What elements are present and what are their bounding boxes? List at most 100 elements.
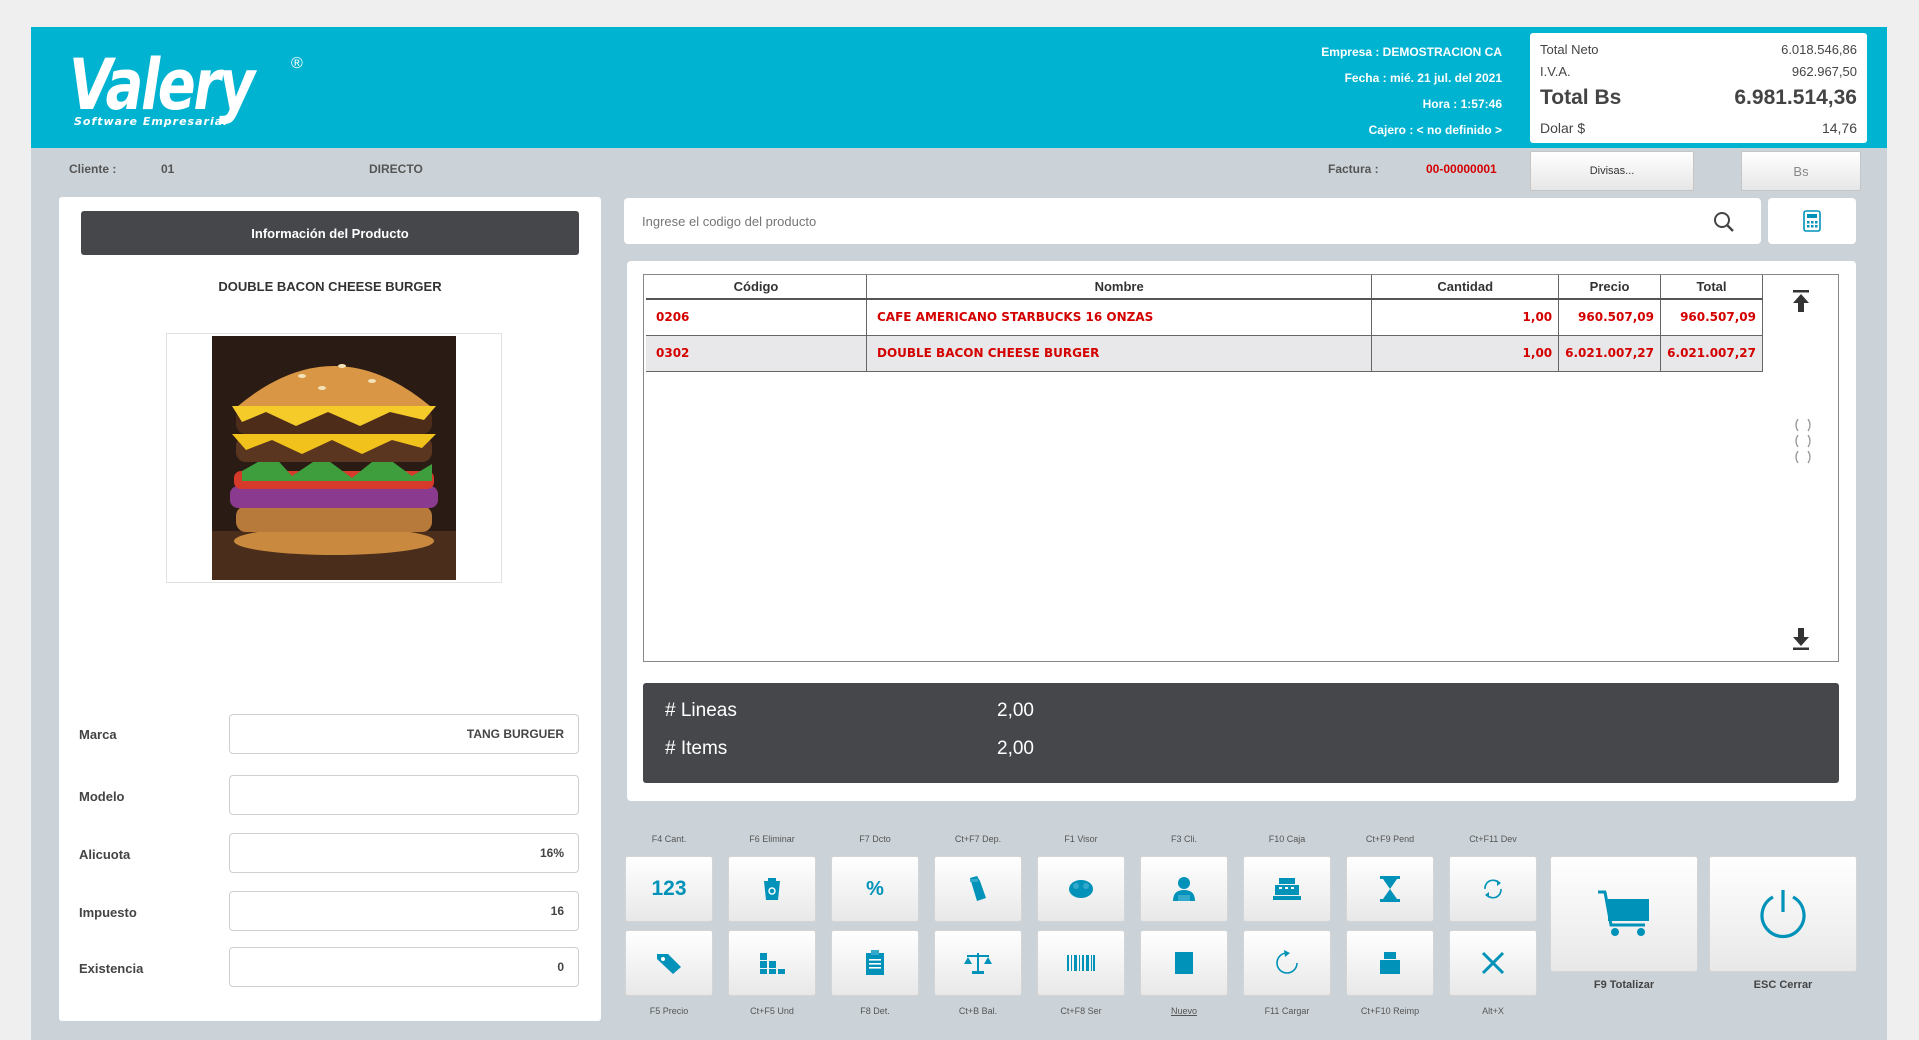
scroll-to-top-icon[interactable] [1792,289,1810,313]
fkey-label-visor: F1 Visor [1064,834,1098,844]
deposito-button[interactable] [934,856,1022,922]
existencia-field[interactable]: 0 [229,947,579,987]
calculator-button[interactable] [1768,198,1856,244]
cell-precio: 6.021.007,27 [1558,335,1661,372]
balanza-button[interactable] [934,930,1022,996]
fkey-label-cli: F3 Cli. [1170,834,1197,844]
alt-x-button[interactable] [1449,930,1537,996]
valery-logo: Valery ® Software Empresarial [69,47,309,132]
power-icon [1760,890,1806,939]
fkey-label-precio: F5 Precio [649,1006,689,1016]
nuevo-button[interactable] [1140,930,1228,996]
cerrar-label: ESC Cerrar [1753,979,1813,991]
clipboard-icon [866,950,884,975]
cell-cantidad: 1,00 [1371,299,1560,336]
trash-icon [764,878,780,900]
product-info-panel: Información del Producto DOUBLE BACON CH… [59,197,601,1021]
pendiente-button[interactable] [1346,856,1434,922]
devolucion-button[interactable] [1449,856,1537,922]
descuento-button[interactable]: % [831,856,919,922]
divisas-button[interactable]: Divisas... [1530,151,1694,191]
scroll-to-bottom-icon[interactable] [1792,627,1810,651]
cliente-button[interactable] [1140,856,1228,922]
caja-button[interactable] [1243,856,1331,922]
marca-field[interactable]: TANG BURGUER [229,714,579,754]
product-search-bar [624,198,1761,244]
iva-value: 962.967,50 [1791,63,1857,79]
eliminar-button[interactable] [728,856,816,922]
visor-button[interactable] [1037,856,1125,922]
reimprimir-button[interactable] [1346,930,1434,996]
fkey-label-det: F8 Det. [860,1006,890,1016]
return-cycle-icon [1484,879,1502,899]
new-document-icon [1175,952,1193,974]
col-precio[interactable]: Precio [1558,275,1661,300]
impuesto-field[interactable]: 16 [229,891,579,931]
table-row[interactable]: 0302 DOUBLE BACON CHEESE BURGER 1,00 6.0… [646,335,1764,372]
dolar-value: 14,76 [1821,120,1857,136]
totals-summary: # Lineas 2,00 # Items 2,00 [643,683,1839,783]
total-neto-label: Total Neto [1540,41,1599,57]
factura-label: Factura : [1328,162,1379,176]
fkey-label-reimp: Ct+F10 Reimp [1360,1006,1420,1016]
logo-subtitle: Software Empresarial [74,115,228,128]
reload-icon [1276,950,1298,974]
fkey-label-bal: Ct+B Bal. [958,1006,998,1016]
total-bs-label: Total Bs [1540,86,1622,109]
cell-nombre: DOUBLE BACON CHEESE BURGER [866,335,1373,372]
search-icon[interactable] [1713,211,1735,233]
fkey-label-und: Ct+F5 Und [750,1006,794,1016]
fkey-label-ser: Ct+F8 Ser [1060,1006,1102,1016]
hourglass-icon [1380,876,1400,902]
detalle-button[interactable] [831,930,919,996]
shopping-cart-icon [1598,890,1649,936]
items-label: # Items [665,738,728,759]
fkey-label-dep: Ct+F7 Dep. [954,834,1002,844]
scroll-swipe-icon[interactable] [1792,415,1814,467]
col-cantidad[interactable]: Cantidad [1371,275,1560,300]
bs-button[interactable]: Bs [1741,151,1861,191]
client-user-icon [1173,877,1195,901]
piggy-bank-icon [1069,880,1093,898]
precio-button[interactable] [625,930,713,996]
modelo-label: Modelo [79,789,125,804]
pos-window: Valery ® Software Empresarial Empresa : … [31,27,1887,1040]
totalizar-button[interactable] [1550,856,1698,972]
cargar-button[interactable] [1243,930,1331,996]
fkey-label-cant: F4 Cant. [651,834,687,844]
totalizar-label: F9 Totalizar [1593,979,1655,991]
lineas-value: 2,00 [997,700,1034,721]
col-nombre[interactable]: Nombre [866,275,1373,300]
total-bs-value: 6.981.514,36 [1734,86,1857,109]
items-table: Código Nombre Cantidad Precio Total 0206… [646,275,1764,372]
modelo-field[interactable] [229,775,579,815]
col-codigo[interactable]: Código [646,275,867,300]
empresa-text: Empresa : DEMOSTRACION CA [1321,45,1502,59]
factura-number: 00-00000001 [1426,162,1497,176]
cell-precio: 960.507,09 [1558,299,1661,336]
unidad-button[interactable] [728,930,816,996]
items-grid: Código Nombre Cantidad Precio Total 0206… [643,274,1839,662]
items-grid-panel: Código Nombre Cantidad Precio Total 0206… [627,261,1856,801]
cliente-code: 01 [161,162,175,176]
cajero-text: Cajero : < no definido > [1368,123,1502,137]
burger-image [212,336,456,580]
logo-registered: ® [291,55,303,72]
alicuota-field[interactable]: 16% [229,833,579,873]
scale-icon [964,953,992,974]
alicuota-label: Alicuota [79,847,131,862]
dolar-label: Dolar $ [1540,120,1586,136]
deposit-bag-icon [970,876,986,901]
calculator-icon [1803,210,1821,232]
cerrar-button[interactable] [1709,856,1857,972]
fkey-label-pend: Ct+F9 Pend [1365,834,1415,844]
table-row[interactable]: 0206 CAFE AMERICANO STARBUCKS 16 ONZAS 1… [646,299,1764,336]
fkey-label-eliminar: F6 Eliminar [749,834,795,844]
close-x-icon [1481,951,1505,975]
serial-button[interactable] [1037,930,1125,996]
col-total[interactable]: Total [1660,275,1764,300]
percent-icon: % [866,877,884,900]
totals-box: Total Neto 6.018.546,86 I.V.A. 962.967,5… [1530,33,1867,143]
cantidad-button[interactable]: 123 [625,856,713,922]
product-code-input[interactable] [642,206,1642,236]
